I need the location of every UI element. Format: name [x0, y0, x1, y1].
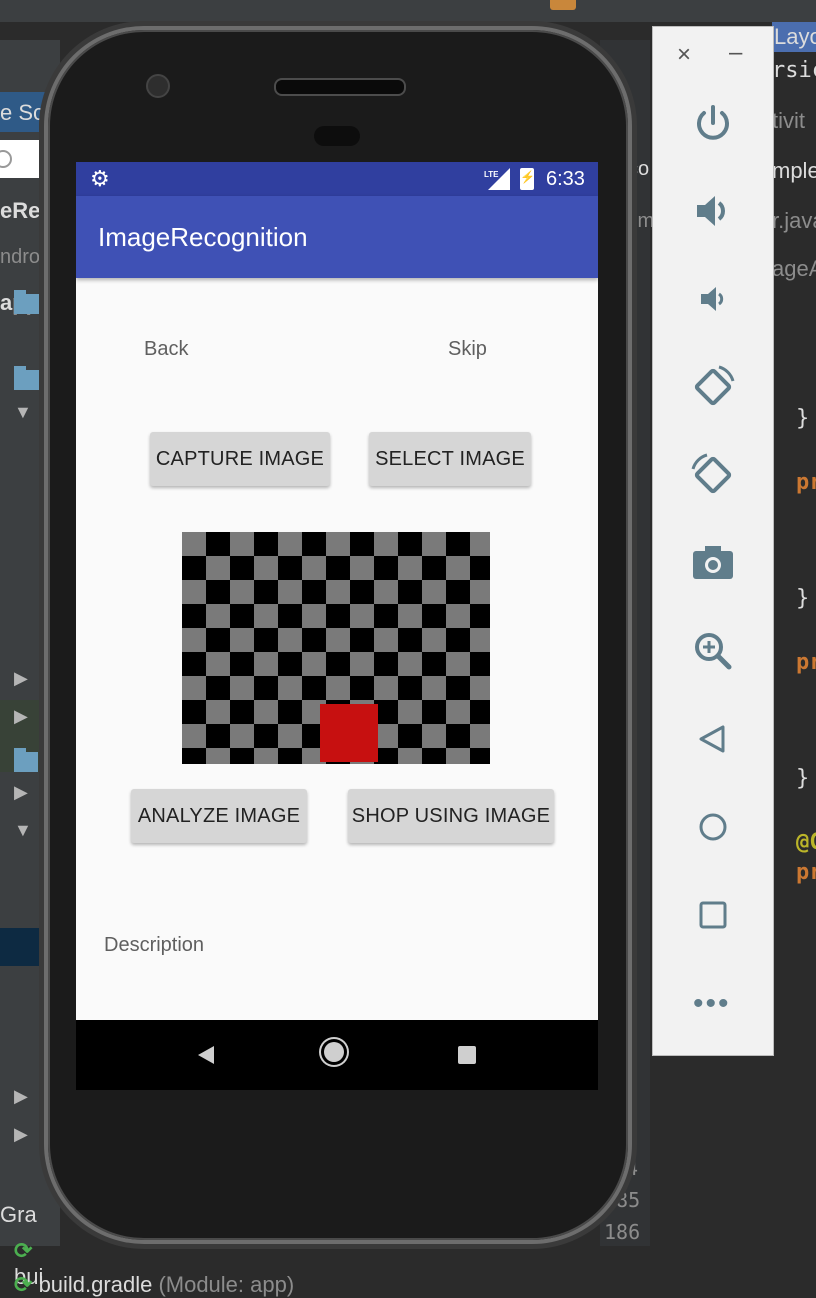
- collapse-arrow-icon[interactable]: ▶: [14, 1086, 28, 1107]
- collapse-arrow-icon[interactable]: ▶: [14, 782, 28, 803]
- build-gradle-module-file: build.gradle: [38, 1272, 153, 1297]
- front-camera: [146, 74, 170, 98]
- image-preview: [182, 532, 490, 764]
- back-icon[interactable]: [689, 715, 737, 763]
- volume-up-icon[interactable]: [689, 187, 737, 235]
- proximity-sensor: [314, 126, 360, 146]
- back-button[interactable]: Back: [144, 338, 188, 361]
- home-icon[interactable]: [689, 803, 737, 851]
- build-gradle-module-item[interactable]: ⟳ build.gradle (Module: app): [14, 1272, 294, 1298]
- java-file-tab-icon[interactable]: [550, 0, 576, 10]
- code-keyword: pr: [796, 470, 816, 495]
- more-icon[interactable]: •••: [693, 987, 731, 1021]
- volume-down-icon[interactable]: [689, 275, 737, 323]
- android-nav-bar: [76, 1020, 598, 1090]
- folder-icon[interactable]: [14, 366, 42, 390]
- line-number: 4: [626, 1156, 639, 1180]
- overview-icon[interactable]: [689, 891, 737, 939]
- collapse-arrow-icon[interactable]: ▶: [14, 706, 28, 727]
- code-annotation: @C: [796, 830, 816, 855]
- camera-icon[interactable]: [689, 539, 737, 587]
- settings-gear-icon: ⚙: [90, 166, 110, 191]
- select-image-button[interactable]: SELECT IMAGE: [369, 432, 531, 486]
- red-square-object: [320, 704, 378, 762]
- project-name: eRec: [0, 198, 53, 223]
- shop-using-image-button[interactable]: SHOP USING IMAGE: [348, 789, 554, 843]
- editor-tab-label[interactable]: Im: [632, 210, 654, 233]
- gradle-icon: ⟳: [14, 1272, 33, 1297]
- collapse-arrow-icon[interactable]: ▶: [14, 1124, 28, 1145]
- close-icon[interactable]: ×: [677, 41, 691, 69]
- emulator-toolbar: × – •••: [652, 26, 774, 1056]
- status-bar: ⚙ LTE 6:33: [76, 162, 598, 196]
- line-number: 186: [604, 1220, 641, 1244]
- nav-home-icon[interactable]: [324, 1042, 344, 1062]
- description-text: Description: [104, 934, 205, 956]
- code-text: }: [796, 586, 810, 611]
- status-time: 6:33: [546, 168, 585, 190]
- editor-tab-label[interactable]: ageA: [772, 256, 816, 282]
- capture-image-button[interactable]: CAPTURE IMAGE: [150, 432, 330, 486]
- gradle-icon: ⟳: [14, 1238, 33, 1263]
- app-bar: ImageRecognition: [76, 196, 598, 278]
- collapse-arrow-icon[interactable]: ▶: [14, 668, 28, 689]
- code-editor[interactable]: Layo rsic tivit mple r.java ageA } pr } …: [772, 22, 816, 1246]
- search-icon: [0, 150, 12, 168]
- folder-icon[interactable]: [14, 290, 42, 314]
- earpiece-speaker: [274, 78, 406, 96]
- rotate-left-icon[interactable]: [689, 363, 737, 411]
- code-text: }: [796, 766, 810, 791]
- editor-tab-label[interactable]: Layo: [774, 24, 816, 50]
- gradle-scripts-label[interactable]: Gra: [0, 1202, 37, 1228]
- android-view-label[interactable]: ndro: [0, 246, 40, 269]
- analyze-image-button[interactable]: ANALYZE IMAGE: [131, 789, 307, 843]
- phone-screen: ⚙ LTE 6:33 ImageRecognition Back Skip CA…: [76, 162, 598, 1090]
- lte-signal-icon: LTE: [484, 168, 510, 190]
- zoom-icon[interactable]: [689, 627, 737, 675]
- selected-tree-row[interactable]: [0, 928, 46, 966]
- app-title: ImageRecognition: [98, 222, 308, 252]
- code-text: }: [796, 406, 810, 431]
- ide-top-bar: [0, 0, 816, 23]
- skip-button[interactable]: Skip: [448, 338, 487, 361]
- build-gradle-module-name: (Module: app): [158, 1272, 295, 1297]
- minimize-icon[interactable]: –: [729, 39, 742, 67]
- nav-recents-icon[interactable]: [458, 1046, 476, 1064]
- code-text: co: [628, 158, 650, 180]
- network-label: LTE: [484, 170, 499, 179]
- nav-back-icon[interactable]: [198, 1046, 214, 1064]
- code-text: rsic: [772, 58, 816, 83]
- code-keyword: pr: [796, 860, 816, 885]
- power-icon[interactable]: [689, 99, 737, 147]
- expand-arrow-icon[interactable]: ▼: [14, 402, 32, 423]
- editor-tab-label[interactable]: tivit: [772, 108, 805, 134]
- battery-charging-icon: [520, 168, 535, 190]
- folder-icon[interactable]: [14, 748, 38, 772]
- rotate-right-icon[interactable]: [689, 451, 737, 499]
- code-text: mple: [772, 158, 816, 183]
- editor-tab-label[interactable]: r.java: [772, 208, 816, 234]
- code-keyword: pr: [796, 650, 816, 675]
- expand-arrow-icon[interactable]: ▼: [14, 820, 32, 841]
